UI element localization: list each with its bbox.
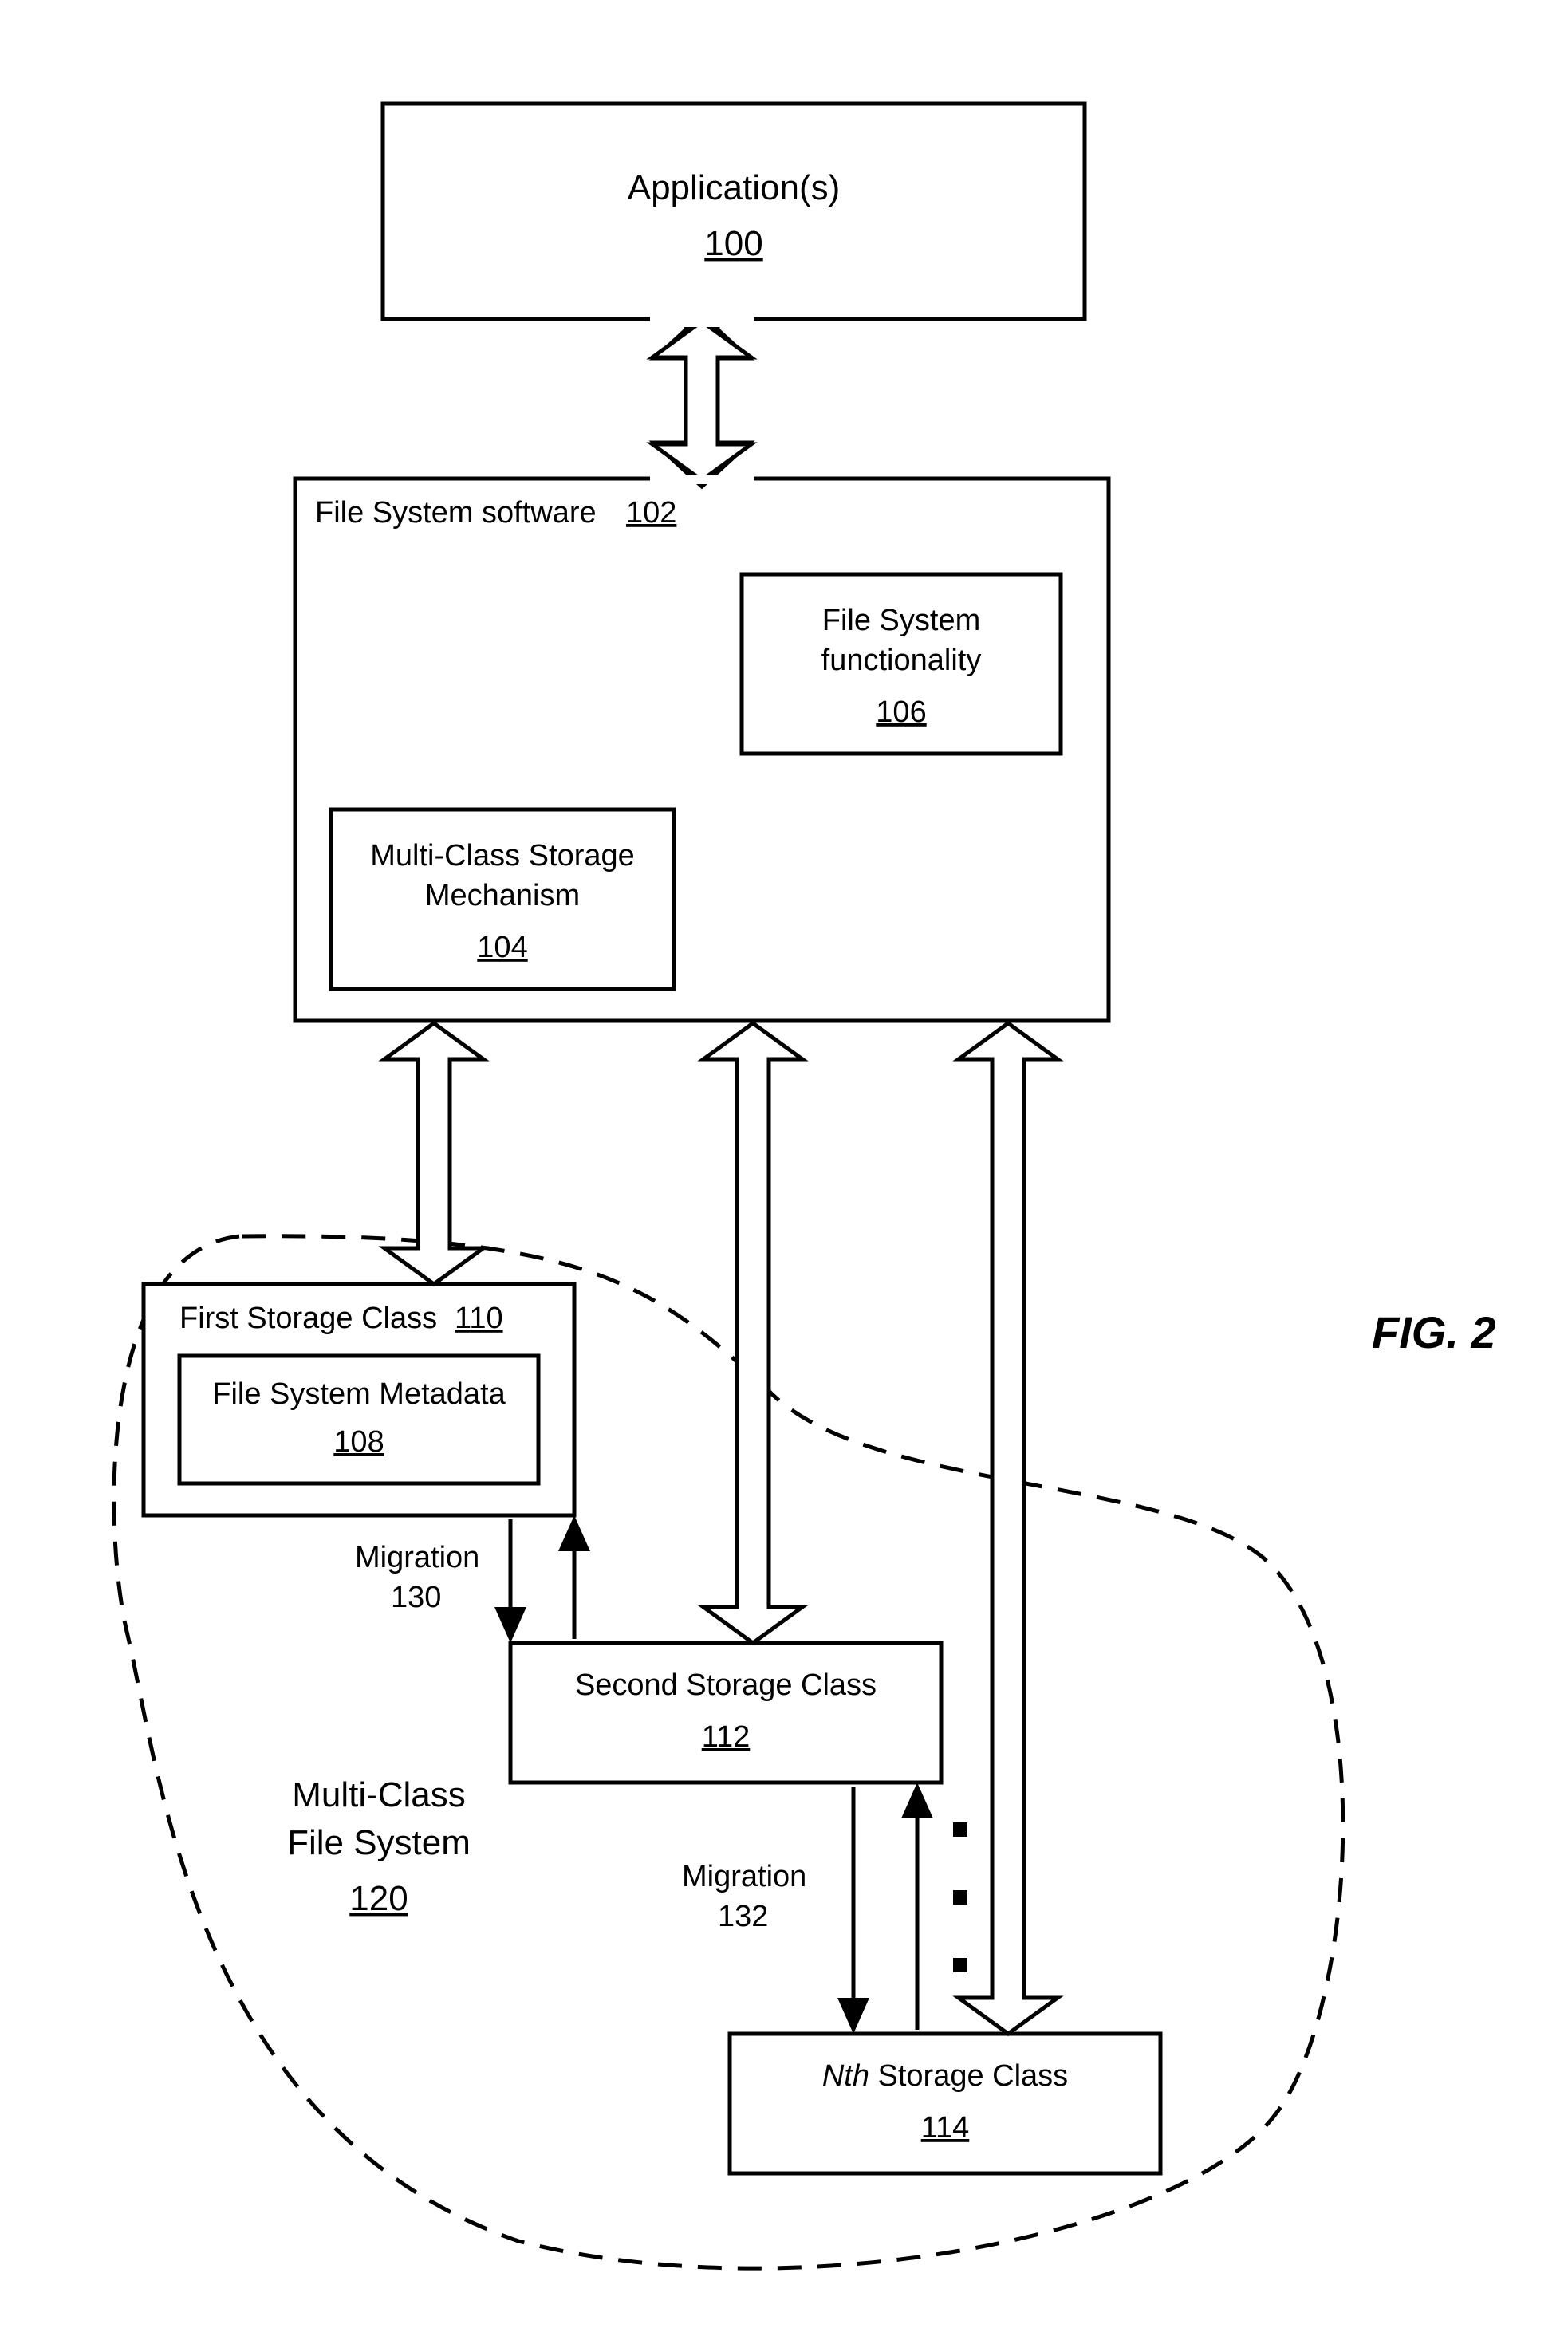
mcfs-ref: 120 <box>349 1879 408 1918</box>
arrow-fss-nth <box>959 1023 1058 2034</box>
fsf-l2: functionality <box>821 644 982 677</box>
migration132-title: Migration <box>682 1860 806 1893</box>
ellipsis-dots <box>953 1822 967 1972</box>
mcsm-box: Multi-Class Storage Mechanism 104 <box>331 810 674 989</box>
fsm-title: File System Metadata <box>212 1377 506 1411</box>
fs-functionality-box: File System functionality 106 <box>742 574 1061 754</box>
arrow-fss-first <box>384 1023 483 1284</box>
arrow-fss-second <box>703 1023 802 1643</box>
fss-title: File System software <box>315 496 597 530</box>
mcfs-l1: Multi-Class <box>292 1775 466 1814</box>
fs-metadata-box: File System Metadata 108 <box>179 1356 538 1483</box>
arrow-app-fss-2 <box>652 321 751 480</box>
figure-label: FIG. 2 <box>1372 1307 1496 1357</box>
mcsm-ref: 104 <box>477 931 527 964</box>
migration-132-arrows <box>837 1783 933 2034</box>
second-storage-class-box: Second Storage Class 112 <box>510 1643 941 1783</box>
ssc-ref: 112 <box>702 1720 751 1754</box>
fsm-ref: 108 <box>333 1425 384 1459</box>
applications-title: Application(s) <box>628 168 841 207</box>
fsf-ref: 106 <box>876 695 926 729</box>
fsf-l1: File System <box>822 604 980 637</box>
diagram-canvas: Application(s) 100 File System software … <box>0 0 1568 2340</box>
nth-storage-class-box: Nth Storage Class 114 <box>730 2034 1160 2173</box>
migration132-ref: 132 <box>718 1900 768 1933</box>
fsc-ref: 110 <box>455 1302 503 1335</box>
migration130-title: Migration <box>355 1541 479 1574</box>
migration-130-arrows <box>494 1515 590 1643</box>
nsc-ref: 114 <box>921 2111 970 2145</box>
mcfs-l2: File System <box>287 1823 471 1862</box>
mcsm-l1: Multi-Class Storage <box>370 839 635 873</box>
fss-ref: 102 <box>626 496 676 530</box>
applications-box: Application(s) 100 <box>383 104 1085 319</box>
first-storage-class-box: First Storage Class 110 File System Meta… <box>144 1284 574 1515</box>
migration130-ref: 130 <box>391 1581 441 1614</box>
multi-class-fs-label: Multi-Class File System 120 <box>287 1775 471 1918</box>
nsc-title: Nth Storage Class <box>822 2059 1068 2093</box>
fsc-title: First Storage Class <box>179 1302 437 1335</box>
ssc-title: Second Storage Class <box>575 1668 877 1702</box>
file-system-software-box: File System software 102 File System fun… <box>295 479 1109 1021</box>
mcsm-l2: Mechanism <box>425 879 580 912</box>
applications-ref: 100 <box>704 224 762 263</box>
